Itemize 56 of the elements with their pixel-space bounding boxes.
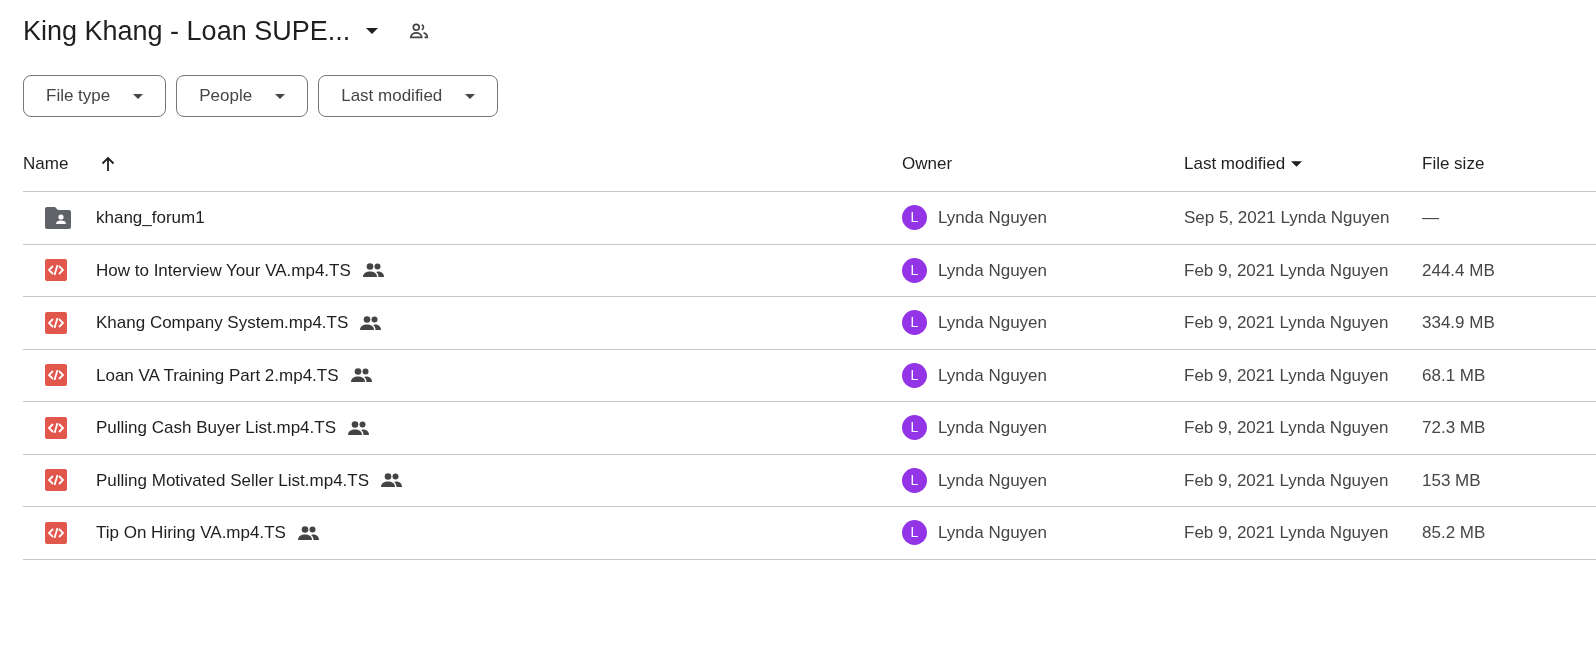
filter-chip[interactable]: Last modified: [318, 75, 499, 117]
dropdown-caret-icon[interactable]: [366, 28, 379, 34]
owner-name: Lynda Nguyen: [938, 207, 1047, 229]
file-size: 72.3 MB: [1422, 417, 1486, 439]
sort-arrow-icon[interactable]: [100, 156, 117, 172]
owner-name: Lynda Nguyen: [938, 469, 1047, 492]
owner-name: Lynda Nguyen: [938, 364, 1047, 387]
code-file-icon: [45, 311, 67, 334]
owner-name: Lynda Nguyen: [938, 417, 1047, 439]
modified-date: Feb 9, 2021 Lynda Nguyen: [1184, 418, 1389, 437]
owner-avatar: L: [902, 310, 927, 336]
code-file-icon: [45, 416, 67, 439]
file-size: 68.1 MB: [1422, 364, 1486, 387]
code-file-icon: [45, 521, 67, 544]
owner-avatar: L: [902, 520, 927, 546]
modified-date: Sep 5, 2021 Lynda Nguyen: [1184, 208, 1390, 227]
owner-name: Lynda Nguyen: [938, 259, 1047, 282]
folder-title: King Khang - Loan SUPE...: [23, 14, 351, 48]
dropdown-caret-icon: [275, 93, 286, 99]
owner-name: Lynda Nguyen: [938, 312, 1047, 334]
modified-date: Feb 9, 2021 Lynda Nguyen: [1184, 260, 1389, 280]
filter-chip[interactable]: File type: [23, 75, 167, 117]
file-size: 244.4 MB: [1422, 259, 1495, 282]
code-file-icon: [45, 364, 67, 387]
file-size: —: [1422, 207, 1439, 229]
owner-avatar: L: [902, 257, 927, 283]
file-name[interactable]: khang_forum1: [96, 205, 205, 231]
dropdown-caret-icon: [133, 93, 144, 99]
file-name[interactable]: Pulling Motivated Seller List.mp4.TS: [96, 467, 370, 493]
file-name[interactable]: Tip On Hiring VA.mp4.TS: [96, 520, 286, 546]
modified-date: Feb 9, 2021 Lynda Nguyen: [1184, 365, 1389, 385]
dropdown-caret-icon: [465, 93, 476, 99]
shared-folder-icon: [45, 206, 71, 229]
file-name[interactable]: How to Interview Your VA.mp4.TS: [96, 257, 351, 283]
file-size: 85.2 MB: [1422, 522, 1486, 544]
sort-caret-icon[interactable]: [1291, 161, 1303, 167]
column-header[interactable]: Owner: [902, 154, 953, 174]
modified-date: Feb 9, 2021 Lynda Nguyen: [1184, 523, 1389, 542]
owner-name: Lynda Nguyen: [938, 522, 1047, 544]
owner-avatar: L: [902, 362, 927, 388]
owner-avatar: L: [902, 205, 927, 231]
modified-date: Feb 9, 2021 Lynda Nguyen: [1184, 470, 1389, 490]
file-size: 153 MB: [1422, 469, 1481, 492]
column-header[interactable]: Last modified: [1184, 151, 1286, 177]
file-size: 334.9 MB: [1422, 312, 1495, 334]
column-header[interactable]: File size: [1422, 154, 1485, 174]
filter-chip[interactable]: People: [176, 75, 309, 117]
file-name[interactable]: Khang Company System.mp4.TS: [96, 310, 349, 336]
code-file-icon: [45, 259, 67, 282]
modified-date: Feb 9, 2021 Lynda Nguyen: [1184, 313, 1389, 332]
file-name[interactable]: Pulling Cash Buyer List.mp4.TS: [96, 415, 336, 441]
owner-avatar: L: [902, 467, 927, 493]
column-header[interactable]: Name: [23, 151, 69, 177]
owner-avatar: L: [902, 415, 927, 441]
code-file-icon: [45, 469, 67, 492]
file-name[interactable]: Loan VA Training Part 2.mp4.TS: [96, 362, 339, 388]
